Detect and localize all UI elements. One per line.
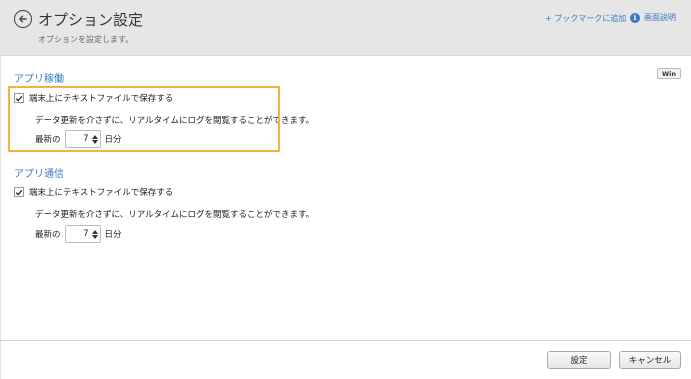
chevron-up-icon[interactable] <box>91 134 98 139</box>
app-operation-days-row: 最新の 7 日分 <box>35 130 122 148</box>
section-title-app-operation: アプリ稼働 <box>14 74 64 85</box>
screen-help-label: 画面説明 <box>644 13 676 22</box>
app-operation-description: データ更新を介さずに、リアルタイムにログを閲覧することができます。 <box>35 116 315 126</box>
days-prefix-label: 最新の <box>35 230 61 240</box>
screen-help-link[interactable]: i 画面説明 <box>630 12 676 23</box>
footer-divider <box>0 340 691 341</box>
app-communication-save-option: 端末上にテキストファイルで保存する <box>14 186 173 198</box>
back-arrow-icon[interactable] <box>14 10 32 28</box>
app-communication-save-checkbox[interactable] <box>14 187 24 197</box>
app-communication-days-stepper[interactable]: 7 <box>64 225 101 243</box>
left-divider <box>0 56 1 379</box>
page-subtitle: オプションを設定します。 <box>38 35 134 44</box>
app-communication-days-row: 最新の 7 日分 <box>35 225 122 243</box>
cancel-button[interactable]: キャンセル <box>619 351 681 369</box>
chevron-down-icon[interactable] <box>91 234 98 239</box>
info-icon: i <box>630 12 640 23</box>
chevron-up-icon[interactable] <box>91 229 98 234</box>
app-operation-save-checkbox[interactable] <box>14 93 24 103</box>
app-communication-save-label: 端末上にテキストファイルで保存する <box>29 188 174 198</box>
days-prefix-label: 最新の <box>35 135 61 145</box>
platform-badge: Win <box>657 68 681 79</box>
section-title-app-communication: アプリ通信 <box>14 169 64 180</box>
chevron-down-icon[interactable] <box>91 139 98 144</box>
days-suffix-label: 日分 <box>104 135 122 145</box>
app-operation-save-label: 端末上にテキストファイルで保存する <box>29 94 174 104</box>
app-operation-days-value: 7 <box>83 134 89 144</box>
stepper-arrows[interactable] <box>91 229 98 239</box>
days-suffix-label: 日分 <box>104 230 122 240</box>
app-communication-days-value: 7 <box>83 229 89 239</box>
page-header: オプション設定 オプションを設定します。 + ブックマークに追加 i 画面説明 <box>0 0 691 56</box>
app-communication-description: データ更新を介さずに、リアルタイムにログを閲覧することができます。 <box>35 210 315 220</box>
app-operation-save-option: 端末上にテキストファイルで保存する <box>14 92 173 104</box>
add-bookmark-link[interactable]: + ブックマークに追加 <box>545 13 626 24</box>
page-title: オプション設定 <box>38 11 144 29</box>
save-settings-button[interactable]: 設定 <box>547 351 611 369</box>
app-operation-days-stepper[interactable]: 7 <box>64 130 101 148</box>
stepper-arrows[interactable] <box>91 134 98 144</box>
